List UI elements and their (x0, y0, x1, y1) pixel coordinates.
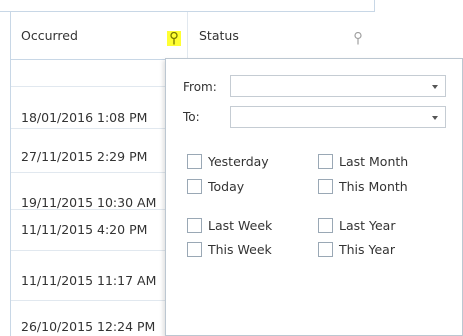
from-date-combo[interactable] (230, 75, 446, 97)
checkbox[interactable] (187, 217, 202, 233)
option-label: Last Year (339, 217, 396, 233)
from-label: From: (183, 80, 217, 94)
occurred-cell: 11/11/2015 11:17 AM (21, 273, 157, 288)
option-today[interactable]: Today (187, 178, 244, 194)
occurred-cell: 27/11/2015 2:29 PM (21, 149, 148, 164)
column-header-label: Occurred (21, 28, 78, 43)
checkbox[interactable] (187, 153, 202, 169)
grid-header: Occurred Status (11, 12, 375, 60)
option-this-week[interactable]: This Week (187, 241, 272, 257)
chevron-down-icon[interactable] (432, 85, 438, 89)
chevron-down-icon[interactable] (432, 116, 438, 120)
option-last-month[interactable]: Last Month (318, 153, 408, 169)
column-header-occurred[interactable]: Occurred (11, 12, 188, 59)
date-filter-popup: From: To: Yesterday Last Month Today Thi… (165, 58, 463, 336)
pin-filter-icon[interactable] (351, 31, 365, 46)
grid-column-divider (374, 0, 375, 12)
option-label: This Week (208, 241, 272, 257)
option-label: Last Month (339, 153, 409, 169)
option-last-year[interactable]: Last Year (318, 217, 395, 233)
occurred-cell: 19/11/2015 10:30 AM (21, 195, 157, 210)
option-this-year[interactable]: This Year (318, 241, 395, 257)
checkbox[interactable] (318, 178, 333, 194)
occurred-cell: 26/10/2015 12:24 PM (21, 319, 156, 334)
occurred-cell: 11/11/2015 4:20 PM (21, 222, 148, 237)
checkbox[interactable] (318, 153, 333, 169)
option-this-month[interactable]: This Month (318, 178, 408, 194)
checkbox[interactable] (187, 241, 202, 257)
column-header-status[interactable]: Status (189, 12, 375, 59)
checkbox[interactable] (318, 241, 333, 257)
option-last-week[interactable]: Last Week (187, 217, 272, 233)
option-label: This Month (339, 178, 408, 194)
column-header-label: Status (199, 28, 239, 43)
option-yesterday[interactable]: Yesterday (187, 153, 269, 169)
pin-filter-icon[interactable] (167, 31, 181, 46)
option-label: Last Week (208, 217, 273, 233)
checkbox[interactable] (187, 178, 202, 194)
option-label: This Year (339, 241, 395, 257)
to-date-combo[interactable] (230, 106, 446, 128)
to-label: To: (183, 110, 200, 124)
option-label: Yesterday (208, 153, 269, 169)
option-label: Today (208, 178, 245, 194)
occurred-cell: 18/01/2016 1:08 PM (21, 110, 148, 125)
checkbox[interactable] (318, 217, 333, 233)
